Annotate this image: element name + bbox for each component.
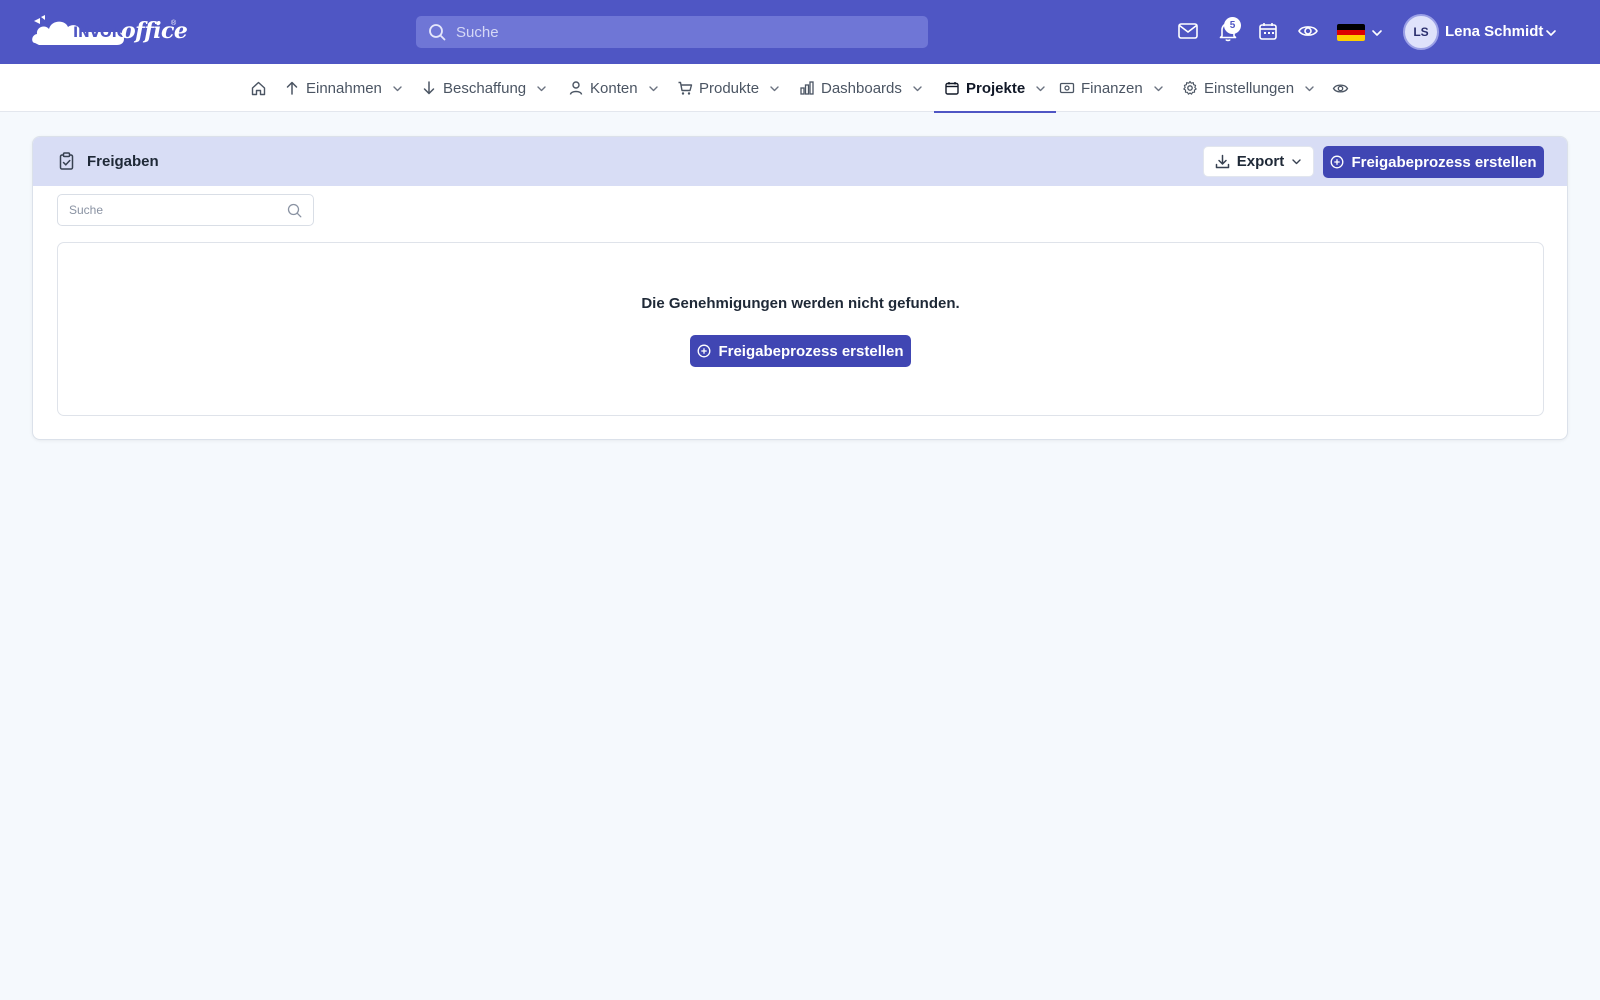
panel-header: Freigaben Export Freigabeprozess erstell…	[33, 137, 1567, 186]
create-approval-process-button[interactable]: Freigabeprozess erstellen	[1323, 146, 1544, 178]
nav-label-konten: Konten	[590, 79, 638, 97]
arrow-down-icon	[421, 80, 437, 96]
chevron-down-icon	[1291, 156, 1302, 167]
chevron-down-icon	[1304, 83, 1315, 94]
nav-item-konten[interactable]: Konten	[568, 64, 659, 112]
nav-label-dashboards: Dashboards	[821, 79, 902, 97]
chevron-down-icon	[769, 83, 780, 94]
empty-state-create-label: Freigabeprozess erstellen	[718, 342, 904, 360]
money-icon	[1059, 80, 1075, 96]
global-search-input[interactable]	[456, 16, 916, 48]
calendar-icon	[944, 80, 960, 96]
user-name[interactable]: Lena Schmidt	[1445, 23, 1543, 40]
user-icon	[568, 80, 584, 96]
arrow-up-icon	[284, 80, 300, 96]
nav-item-finanzen[interactable]: Finanzen	[1059, 64, 1164, 112]
nav-item-beschaffung[interactable]: Beschaffung	[421, 64, 547, 112]
nav-item-dashboards[interactable]: Dashboards	[799, 64, 923, 112]
top-bar: INVOICE office ® 5 LS Lena Schmidt	[0, 0, 1600, 64]
nav-label-finanzen: Finanzen	[1081, 79, 1143, 97]
nav-item-produkte[interactable]: Produkte	[677, 64, 780, 112]
nav-label-produkte: Produkte	[699, 79, 760, 97]
global-search	[416, 16, 928, 48]
nav-item-visibility[interactable]	[1332, 64, 1349, 112]
logo-registered-mark: ®	[171, 20, 177, 27]
main-navigation: Einnahmen Beschaffung Konten Produkte Da…	[0, 64, 1600, 113]
language-chevron-down-icon[interactable]	[1371, 27, 1383, 39]
calendar-icon[interactable]	[1257, 20, 1281, 44]
eye-icon[interactable]	[1297, 20, 1321, 44]
flag-de-icon[interactable]	[1337, 24, 1365, 41]
bar-chart-icon	[799, 80, 815, 96]
flag-stripe-gold	[1337, 35, 1365, 41]
nav-label-einnahmen: Einnahmen	[306, 79, 382, 97]
chevron-down-icon	[536, 83, 547, 94]
clipboard-check-icon	[57, 151, 77, 171]
download-icon	[1215, 154, 1230, 169]
invoice-office-logo[interactable]: INVOICE office ®	[31, 13, 188, 49]
chevron-down-icon	[1153, 83, 1164, 94]
approvals-search-input[interactable]	[69, 195, 279, 225]
nav-item-projekte[interactable]: Projekte	[934, 64, 1057, 113]
approvals-panel: Freigaben Export Freigabeprozess erstell…	[32, 136, 1568, 440]
chevron-down-icon	[392, 83, 403, 94]
nav-label-projekte: Projekte	[966, 79, 1026, 97]
nav-label-beschaffung: Beschaffung	[443, 79, 527, 97]
plus-circle-icon	[1330, 155, 1344, 169]
nav-item-einstellungen[interactable]: Einstellungen	[1182, 64, 1315, 112]
empty-state-message: Die Genehmigungen werden nicht gefunden.	[641, 295, 960, 312]
chevron-down-icon	[648, 83, 659, 94]
cart-icon	[677, 80, 693, 96]
nav-item-einnahmen[interactable]: Einnahmen	[284, 64, 403, 112]
chevron-down-icon	[1035, 83, 1046, 94]
empty-state-create-button[interactable]: Freigabeprozess erstellen	[690, 335, 911, 367]
page-title: Freigaben	[87, 153, 159, 170]
export-button-label: Export	[1236, 153, 1285, 170]
nav-label-einstellungen: Einstellungen	[1204, 79, 1295, 97]
mail-icon[interactable]	[1177, 20, 1201, 44]
gear-icon	[1182, 80, 1198, 96]
approvals-search	[57, 194, 314, 226]
logo-office-text: office	[121, 18, 188, 44]
search-icon[interactable]	[287, 203, 302, 218]
home-icon	[250, 80, 267, 97]
notification-badge: 5	[1224, 17, 1241, 34]
search-icon	[428, 23, 446, 41]
nav-item-home[interactable]	[250, 64, 267, 112]
plus-circle-icon	[697, 344, 711, 358]
empty-state: Die Genehmigungen werden nicht gefunden.…	[57, 242, 1544, 416]
user-avatar[interactable]: LS	[1403, 14, 1439, 50]
user-menu-chevron-down-icon[interactable]	[1545, 27, 1557, 39]
export-button[interactable]: Export	[1203, 146, 1314, 177]
create-button-label: Freigabeprozess erstellen	[1351, 153, 1537, 171]
chevron-down-icon	[912, 83, 923, 94]
eye-icon	[1332, 80, 1349, 97]
